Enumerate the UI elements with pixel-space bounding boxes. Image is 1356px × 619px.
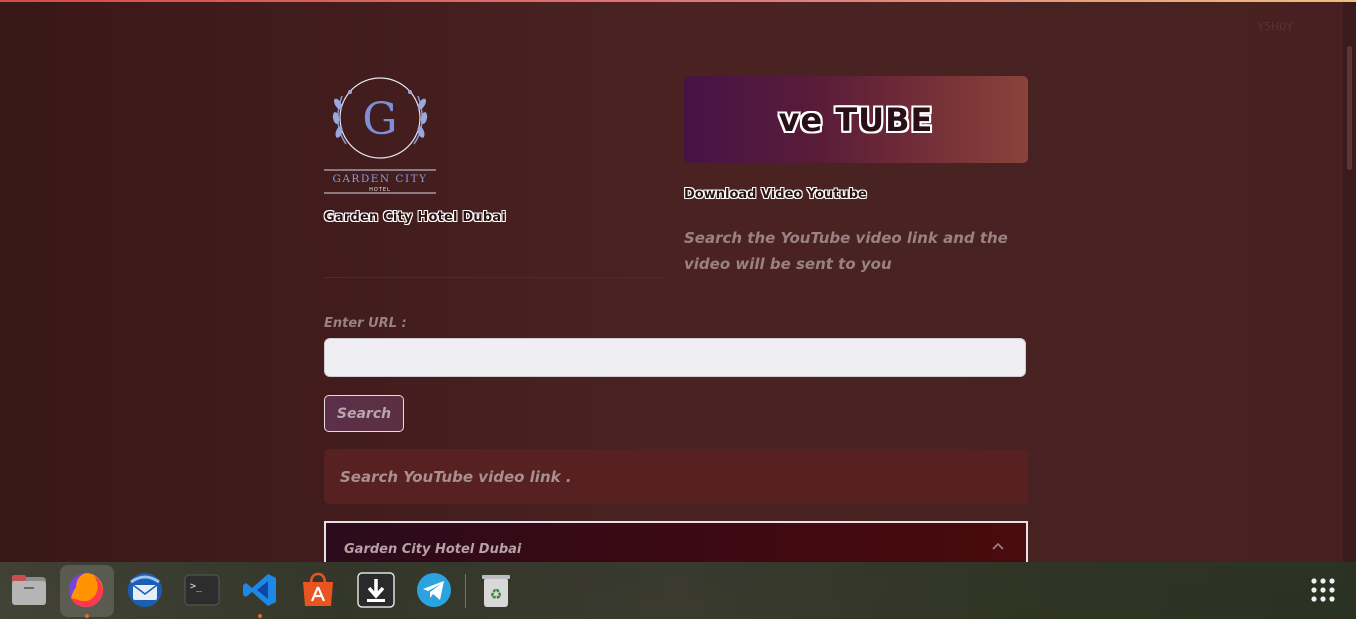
telegram-icon[interactable] [414,570,454,610]
accordion-title: Garden City Hotel Dubai [344,542,522,557]
hotel-logo: G GARDEN CITY HOTEL [324,74,436,194]
files-icon[interactable] [9,570,49,610]
scrollbar[interactable] [1343,2,1356,562]
brand-banner: ve TUBE [684,76,1028,163]
svg-text:>_: >_ [190,581,203,592]
taskbar: >_ ♻ [0,562,1356,619]
thunderbird-icon[interactable] [125,570,165,610]
logo-line2: HOTEL [369,187,391,193]
url-input[interactable] [324,338,1026,377]
trash-icon[interactable]: ♻ [476,570,516,610]
brand-subtitle: Download Video Youtube [684,187,867,202]
info-message: Search YouTube video link . [324,449,1028,504]
running-indicator [85,614,89,618]
corner-text: Y5H0Y [1257,20,1293,33]
brand-title: ve TUBE [778,100,934,139]
downloader-icon[interactable] [356,570,396,610]
firefox-icon[interactable] [66,570,106,610]
brand-description: Search the YouTube video link and the vi… [684,229,1008,273]
running-indicator [258,614,262,618]
page-content: Y5H0Y G GARDEN CITY HOTEL Garden City Ho… [0,2,1343,562]
logo-monogram: G [362,94,397,145]
scrollbar-thumb[interactable] [1347,46,1352,170]
logo-line1: GARDEN CITY [332,173,427,185]
chevron-up-icon[interactable] [992,539,1004,553]
app-grid-icon[interactable] [1303,570,1343,610]
svg-text:♻: ♻ [490,587,503,603]
divider [324,277,664,278]
hotel-name: Garden City Hotel Dubai [324,210,506,225]
vscode-icon[interactable] [240,570,280,610]
url-label: Enter URL : [324,316,407,331]
terminal-icon[interactable]: >_ [182,570,222,610]
accordion-header[interactable]: Garden City Hotel Dubai [324,521,1028,562]
app-store-icon[interactable] [298,570,338,610]
taskbar-separator [465,574,466,608]
search-button[interactable]: Search [324,395,404,432]
